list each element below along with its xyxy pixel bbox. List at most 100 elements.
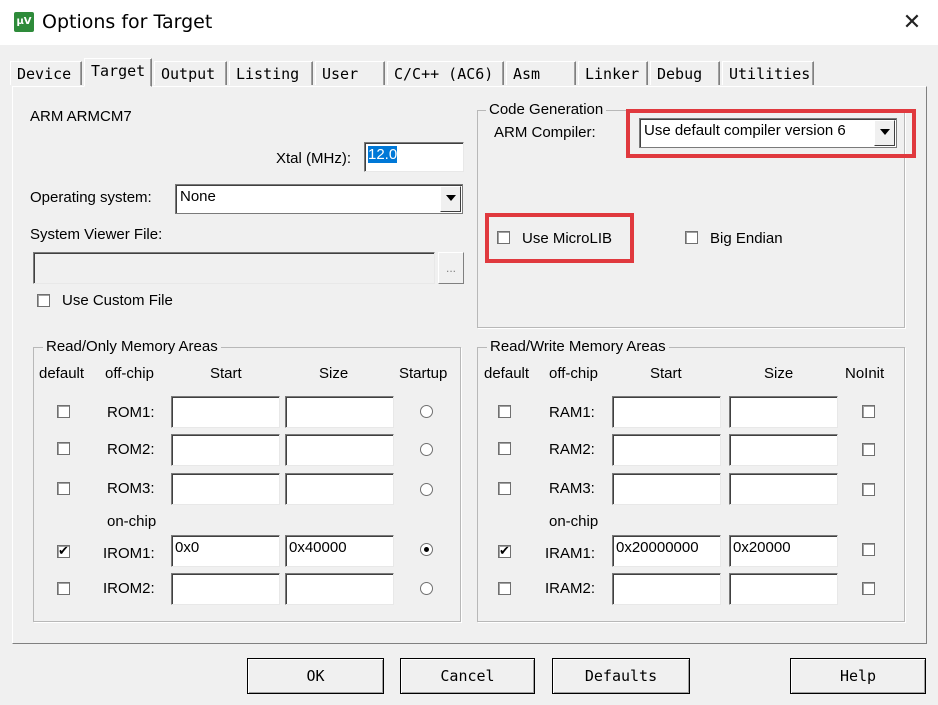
rom-header-size: Size [319,365,349,382]
os-select[interactable]: None [175,184,463,214]
tab-target[interactable]: Target [84,58,152,87]
custom-file-label: Use Custom File [62,292,173,309]
ram-onchip-label: on-chip [549,513,599,530]
sv-file-input [33,252,435,284]
rom2-start-input[interactable] [171,434,280,466]
irom1-size-input[interactable]: 0x40000 [285,535,394,567]
iram1-label: IRAM1: [545,545,596,562]
tab-user[interactable]: User [315,61,385,85]
irom2-size-input[interactable] [285,573,394,605]
ram-header-default: default [484,365,530,382]
rom2-default-checkbox[interactable] [57,442,70,455]
iram1-default-checkbox[interactable]: ✔ [498,545,511,558]
rom3-size-input[interactable] [285,473,394,505]
ok-button[interactable]: OK [247,658,384,694]
rom2-startup-radio[interactable] [420,443,433,456]
rom-header-start: Start [210,365,242,382]
rom1-label: ROM1: [107,404,155,421]
iram1-noinit-checkbox[interactable] [862,543,875,556]
rom-header-default: default [39,365,85,382]
irom1-startup-radio[interactable] [420,543,433,556]
chevron-down-icon[interactable] [440,186,461,212]
big-endian-checkbox[interactable] [685,231,698,244]
irom2-start-input[interactable] [171,573,280,605]
help-button[interactable]: Help [790,658,926,694]
highlight-microlib [485,213,634,263]
irom2-default-checkbox[interactable] [57,582,70,595]
rom-header-startup: Startup [399,365,448,382]
highlight-compiler [626,109,916,158]
iram2-noinit-checkbox[interactable] [862,582,875,595]
iram2-size-input[interactable] [729,573,838,605]
ram-group-title: Read/Write Memory Areas [487,338,669,355]
ram-header-noinit: NoInit [845,365,885,382]
iram2-label: IRAM2: [545,580,596,597]
browse-button: ... [438,252,464,284]
ram2-default-checkbox[interactable] [498,442,511,455]
irom2-startup-radio[interactable] [420,582,433,595]
compiler-label: ARM Compiler: [494,124,596,141]
code-generation-title: Code Generation [486,101,607,118]
ram3-label: RAM3: [549,480,595,497]
ram3-size-input[interactable] [729,473,838,505]
ram-header-offchip: off-chip [549,365,598,382]
tab-listing[interactable]: Listing [229,61,313,85]
device-name: ARM ARMCM7 [30,108,132,125]
cancel-button[interactable]: Cancel [400,658,535,694]
tab-strip: Device Target Output Listing User C/C++ … [10,58,930,87]
rom-header-offchip: off-chip [105,365,154,382]
irom1-default-checkbox[interactable]: ✔ [57,545,70,558]
rom1-default-checkbox[interactable] [57,405,70,418]
sv-label: System Viewer File: [30,226,163,243]
ram1-size-input[interactable] [729,396,838,428]
ram1-start-input[interactable] [612,396,721,428]
tab-debug[interactable]: Debug [650,61,720,85]
ram-header-size: Size [764,365,794,382]
iram1-start-input[interactable]: 0x20000000 [612,535,721,567]
rom3-start-input[interactable] [171,473,280,505]
ram3-start-input[interactable] [612,473,721,505]
tab-device[interactable]: Device [10,61,82,85]
irom1-label: IROM1: [103,545,155,562]
rom1-start-input[interactable] [171,396,280,428]
rom3-label: ROM3: [107,480,155,497]
window-title: Options for Target [42,11,213,33]
close-icon[interactable]: ✕ [897,8,927,38]
ram2-label: RAM2: [549,441,595,458]
tab-output[interactable]: Output [154,61,227,85]
tab-linker[interactable]: Linker [578,61,648,85]
rom3-startup-radio[interactable] [420,483,433,496]
big-endian-label: Big Endian [710,230,783,247]
custom-file-checkbox[interactable] [37,294,50,307]
os-label: Operating system: [30,189,152,206]
rom1-size-input[interactable] [285,396,394,428]
iram1-size-input[interactable]: 0x20000 [729,535,838,567]
tab-utilities[interactable]: Utilities [722,61,814,85]
defaults-button[interactable]: Defaults [552,658,690,694]
irom1-start-input[interactable]: 0x0 [171,535,280,567]
irom2-label: IROM2: [103,580,155,597]
uvision-icon: μV [14,12,34,32]
iram2-default-checkbox[interactable] [498,582,511,595]
xtal-input[interactable]: 12.0 [364,142,464,172]
ram2-start-input[interactable] [612,434,721,466]
ram2-noinit-checkbox[interactable] [862,443,875,456]
tab-asm[interactable]: Asm [506,61,576,85]
rom-onchip-label: on-chip [107,513,157,530]
ram1-label: RAM1: [549,404,595,421]
rom2-size-input[interactable] [285,434,394,466]
rom3-default-checkbox[interactable] [57,482,70,495]
tab-cpp-ac6[interactable]: C/C++ (AC6) [387,61,504,85]
xtal-value: 12.0 [368,146,398,163]
os-value: None [180,188,216,205]
ram1-default-checkbox[interactable] [498,405,511,418]
rom1-startup-radio[interactable] [420,405,433,418]
ram3-noinit-checkbox[interactable] [862,483,875,496]
iram2-start-input[interactable] [612,573,721,605]
xtal-label: Xtal (MHz): [276,150,351,167]
ram-header-start: Start [650,365,682,382]
rom2-label: ROM2: [107,441,155,458]
ram1-noinit-checkbox[interactable] [862,405,875,418]
ram3-default-checkbox[interactable] [498,482,511,495]
ram2-size-input[interactable] [729,434,838,466]
